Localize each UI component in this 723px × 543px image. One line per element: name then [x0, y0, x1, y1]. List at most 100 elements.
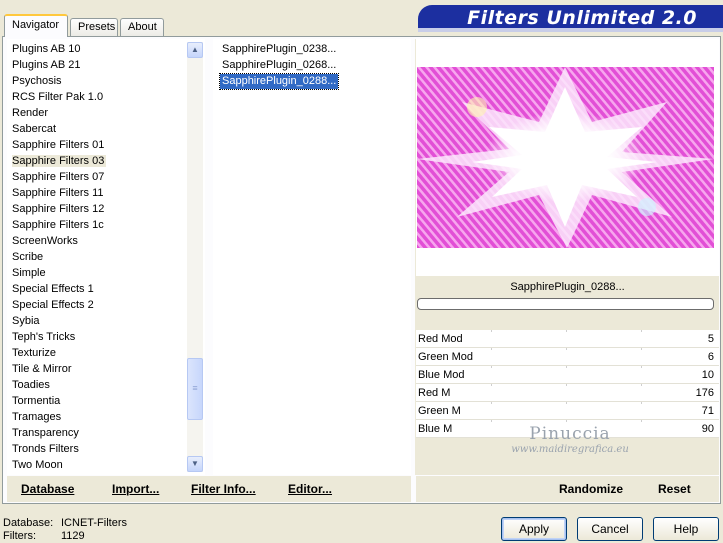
category-item[interactable]: Sybia	[7, 313, 205, 329]
category-item[interactable]: Sapphire Filters 12	[7, 201, 205, 217]
parameter-value: 176	[695, 387, 714, 399]
randomize-button[interactable]: Randomize	[559, 482, 623, 496]
filter-list[interactable]: SapphirePlugin_0238... SapphirePlugin_026…	[213, 39, 411, 475]
preview-image	[417, 67, 714, 248]
category-item[interactable]: Transparency	[7, 425, 205, 441]
parameter-value: 10	[701, 369, 714, 381]
category-item[interactable]: ScreenWorks	[7, 233, 205, 249]
slider-tick	[566, 366, 567, 368]
category-item-label: Transparency	[12, 427, 79, 439]
parameter-value: 5	[707, 333, 714, 345]
category-item-label: Sapphire Filters 03	[12, 155, 107, 167]
brand-banner: Filters Unlimited 2.0	[418, 5, 723, 29]
category-item[interactable]: Plugins AB 10	[7, 41, 205, 57]
category-item[interactable]: Simple	[7, 265, 205, 281]
watermark-name: Pinuccia	[529, 424, 611, 444]
scroll-thumb[interactable]: ≡	[187, 358, 203, 420]
category-item[interactable]: Sapphire Filters 11	[7, 185, 205, 201]
category-item[interactable]: Psychosis	[7, 73, 205, 89]
category-item[interactable]: Toadies	[7, 377, 205, 393]
category-item-label: Scribe	[12, 251, 44, 263]
category-item[interactable]: RCS Filter Pak 1.0	[7, 89, 205, 105]
tab-about[interactable]: About	[120, 18, 164, 36]
category-item[interactable]: Special Effects 2	[7, 297, 205, 313]
cancel-button[interactable]: Cancel	[577, 517, 643, 541]
parameter-name: Green Mod	[418, 351, 474, 363]
slider-tick	[491, 384, 492, 386]
category-item[interactable]: Tronds Filters	[7, 441, 205, 457]
category-item-label: Special Effects 2	[12, 299, 94, 311]
category-item[interactable]: Special Effects 1	[7, 281, 205, 297]
parameter-name: Blue M	[418, 423, 453, 435]
category-item[interactable]: Plugins AB 21	[7, 57, 205, 73]
parameter-value: 6	[707, 351, 714, 363]
slider-tick	[566, 402, 567, 404]
slider-tick	[641, 420, 642, 422]
progress-bar	[417, 298, 714, 310]
watermark-url: www.maidiregrafica.eu	[511, 444, 629, 455]
category-item-label: Two Moon	[12, 459, 63, 471]
slider-tick	[491, 348, 492, 350]
scroll-up-button[interactable]: ▲	[187, 42, 203, 58]
slider-tick	[641, 384, 642, 386]
category-item[interactable]: Texturize	[7, 345, 205, 361]
category-item-label: Tronds Filters	[12, 443, 79, 455]
watermark: Pinuccia www.maidiregrafica.eu	[500, 424, 640, 455]
filter-item[interactable]: SapphirePlugin_0288...	[218, 73, 340, 90]
right-button-bar: Randomize Reset	[416, 476, 719, 502]
category-item-label: RCS Filter Pak 1.0	[12, 91, 104, 103]
filter-item[interactable]: SapphirePlugin_0238...	[220, 42, 338, 57]
category-list[interactable]: Plugins AB 10 Plugins AB 21 Psychosis RCS F…	[7, 39, 205, 475]
slider-tick	[641, 330, 642, 332]
apply-button[interactable]: Apply	[501, 517, 567, 541]
scroll-down-button[interactable]: ▼	[187, 456, 203, 472]
category-item[interactable]: Sabercat	[7, 121, 205, 137]
category-item[interactable]: Sapphire Filters 07	[7, 169, 205, 185]
category-item[interactable]: Sapphire Filters 1c	[7, 217, 205, 233]
category-item-label: Render	[12, 107, 49, 119]
category-item-label: Texturize	[12, 347, 57, 359]
parameter-slider[interactable]: Blue Mod 10	[416, 366, 719, 384]
category-item[interactable]: Tormentia	[7, 393, 205, 409]
slider-tick	[641, 348, 642, 350]
reset-button[interactable]: Reset	[658, 482, 691, 496]
help-button[interactable]: Help	[653, 517, 719, 541]
parameter-slider[interactable]: Green M 71	[416, 402, 719, 420]
database-value: ICNET-Filters	[61, 517, 127, 529]
database-label: Database:	[3, 517, 54, 529]
category-item-label: Sybia	[12, 315, 40, 327]
category-item-label: Teph's Tricks	[12, 331, 76, 343]
filters-count: 1129	[61, 530, 85, 542]
database-info: Database: ICNET-Filters Filters: 1129	[3, 517, 127, 543]
parameter-slider[interactable]: Green Mod 6	[416, 348, 719, 366]
import-button[interactable]: Import...	[112, 482, 159, 496]
slider-tick	[491, 402, 492, 404]
slider-tick	[566, 330, 567, 332]
filter-item[interactable]: SapphirePlugin_0268...	[220, 58, 338, 73]
category-scrollbar[interactable]: ▲ ≡ ▼	[187, 42, 203, 472]
category-item[interactable]: Sapphire Filters 01	[7, 137, 205, 153]
category-item-label: Toadies	[12, 379, 50, 391]
category-item[interactable]: Scribe	[7, 249, 205, 265]
category-item[interactable]: Tramages	[7, 409, 205, 425]
slider-tick	[566, 384, 567, 386]
tab-presets[interactable]: Presets	[70, 18, 118, 36]
category-item[interactable]: Teph's Tricks	[7, 329, 205, 345]
category-item[interactable]: Sapphire Filters 03	[7, 153, 205, 169]
tab-navigator[interactable]: Navigator	[4, 14, 68, 37]
category-item[interactable]: Tile & Mirror	[7, 361, 205, 377]
filter-info-button[interactable]: Filter Info...	[191, 482, 256, 496]
category-item[interactable]: Two Moon	[7, 457, 205, 473]
slider-tick	[566, 420, 567, 422]
parameter-value: 71	[701, 405, 714, 417]
parameter-slider[interactable]: Red Mod 5	[416, 330, 719, 348]
parameter-name: Red Mod	[418, 333, 463, 345]
editor-button[interactable]: Editor...	[288, 482, 332, 496]
category-item[interactable]: Render	[7, 105, 205, 121]
slider-tick	[641, 366, 642, 368]
brand-strip	[418, 28, 723, 32]
database-button[interactable]: Database	[21, 482, 74, 496]
parameter-name: Red M	[418, 387, 451, 399]
category-item-label: Tramages	[12, 411, 62, 423]
parameter-slider[interactable]: Red M 176	[416, 384, 719, 402]
